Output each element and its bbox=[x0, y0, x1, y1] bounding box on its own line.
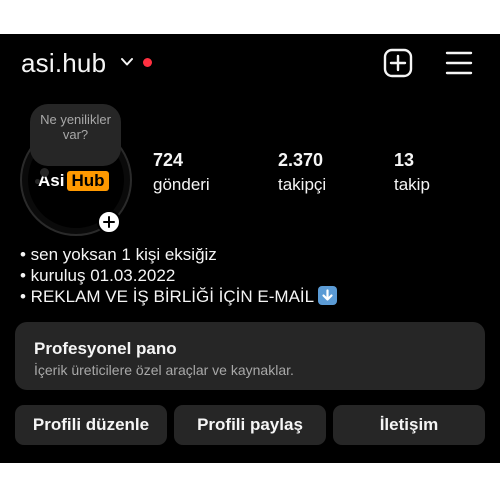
dashboard-subtitle: İçerik üreticilere özel araçlar ve kayna… bbox=[34, 362, 294, 378]
note-bubble-tail bbox=[40, 168, 49, 177]
note-bubble[interactable]: Ne yenilikler var? bbox=[30, 104, 121, 166]
hamburger-menu-icon[interactable] bbox=[444, 49, 474, 77]
stat-following[interactable]: 13 takip bbox=[394, 149, 430, 196]
dashboard-title: Profesyonel pano bbox=[34, 339, 177, 358]
share-profile-button[interactable]: Profili paylaş bbox=[174, 405, 326, 445]
stat-posts[interactable]: 724 gönderi bbox=[153, 149, 210, 196]
bio-line-contact: • REKLAM VE İŞ BİRLİĞİ İÇİN E-MAİL bbox=[20, 286, 338, 307]
note-text: Ne yenilikler var? bbox=[40, 112, 111, 142]
note-bubble-tail-small bbox=[35, 179, 40, 184]
stat-following-value: 13 bbox=[394, 150, 415, 170]
bio-line: • kuruluş 01.03.2022 bbox=[20, 266, 176, 285]
stat-posts-label: gönderi bbox=[153, 175, 210, 194]
contact-button[interactable]: İletişim bbox=[333, 405, 485, 445]
down-arrow-emoji-icon bbox=[318, 286, 338, 305]
stat-followers-label: takipçi bbox=[278, 175, 327, 194]
bio-line: • sen yoksan 1 kişi eksiğiz bbox=[20, 245, 217, 264]
plus-icon bbox=[103, 216, 115, 228]
stat-posts-value: 724 bbox=[153, 150, 184, 170]
bio: • sen yoksan 1 kişi eksiğiz • kuruluş 01… bbox=[20, 244, 338, 307]
bio-line-text: • REKLAM VE İŞ BİRLİĞİ İÇİN E-MAİL bbox=[20, 287, 315, 306]
profile-screen: asi.hub Asi Hub Ne yenilikler var? 724 g… bbox=[0, 34, 500, 463]
stat-following-label: takip bbox=[394, 175, 430, 194]
stat-followers[interactable]: 2.370 takipçi bbox=[278, 149, 326, 196]
username[interactable]: asi.hub bbox=[21, 47, 106, 79]
professional-dashboard-card[interactable]: Profesyonel pano İçerik üreticilere özel… bbox=[15, 322, 485, 390]
add-story-button[interactable] bbox=[97, 210, 121, 234]
stat-followers-value: 2.370 bbox=[278, 150, 324, 170]
new-post-button[interactable] bbox=[383, 48, 413, 78]
notification-dot bbox=[143, 58, 152, 67]
edit-profile-button[interactable]: Profili düzenle bbox=[15, 405, 167, 445]
chevron-down-icon[interactable] bbox=[120, 55, 134, 69]
logo-text-hub: Hub bbox=[67, 171, 109, 191]
